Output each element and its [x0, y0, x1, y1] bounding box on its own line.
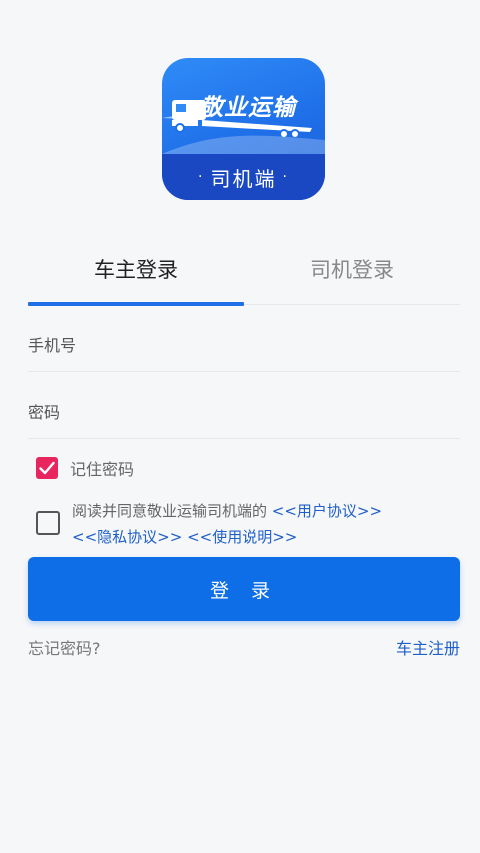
owner-register-link[interactable]: 车主注册	[396, 635, 460, 659]
tab-owner-login[interactable]: 车主登录	[28, 250, 244, 290]
logo-subtitle-band: · 司机端 ·	[162, 154, 325, 200]
check-icon	[39, 461, 55, 475]
phone-input[interactable]	[28, 320, 460, 371]
logo-dot-left: ·	[198, 169, 205, 185]
app-logo: 敬业运输 · 司机端 ·	[162, 58, 325, 200]
tab-driver-login[interactable]: 司机登录	[244, 250, 460, 290]
agreement-checkbox[interactable]	[36, 511, 60, 535]
tab-active-indicator	[28, 302, 244, 306]
agreement-prefix: 阅读并同意敬业运输司机端的	[72, 502, 268, 520]
remember-checkbox[interactable]	[36, 457, 58, 479]
privacy-agreement-link[interactable]: <<隐私协议>>	[72, 528, 182, 546]
logo-dot-right: ·	[282, 169, 289, 185]
user-agreement-link[interactable]: <<用户协议>>	[272, 502, 382, 520]
remember-password[interactable]: 记住密码	[36, 456, 134, 480]
logo-title: 敬业运输	[200, 95, 296, 121]
usage-guide-link[interactable]: <<使用说明>>	[187, 528, 297, 546]
remember-label: 记住密码	[70, 460, 135, 479]
agreement-text: 阅读并同意敬业运输司机端的 <<用户协议>> <<隐私协议>> <<使用说明>>	[72, 498, 462, 550]
login-page: 敬业运输 · 司机端 · 车主登录 司机登录 记住密码 阅读并同意敬业运输司机端…	[0, 0, 480, 853]
login-tabs: 车主登录 司机登录	[28, 250, 460, 306]
forgot-password-link[interactable]: 忘记密码?	[28, 635, 101, 659]
password-input[interactable]	[28, 387, 460, 438]
logo-subtitle: 司机端	[210, 166, 277, 191]
login-button[interactable]: 登 录	[28, 557, 460, 621]
password-field	[28, 387, 460, 439]
phone-field	[28, 320, 460, 372]
